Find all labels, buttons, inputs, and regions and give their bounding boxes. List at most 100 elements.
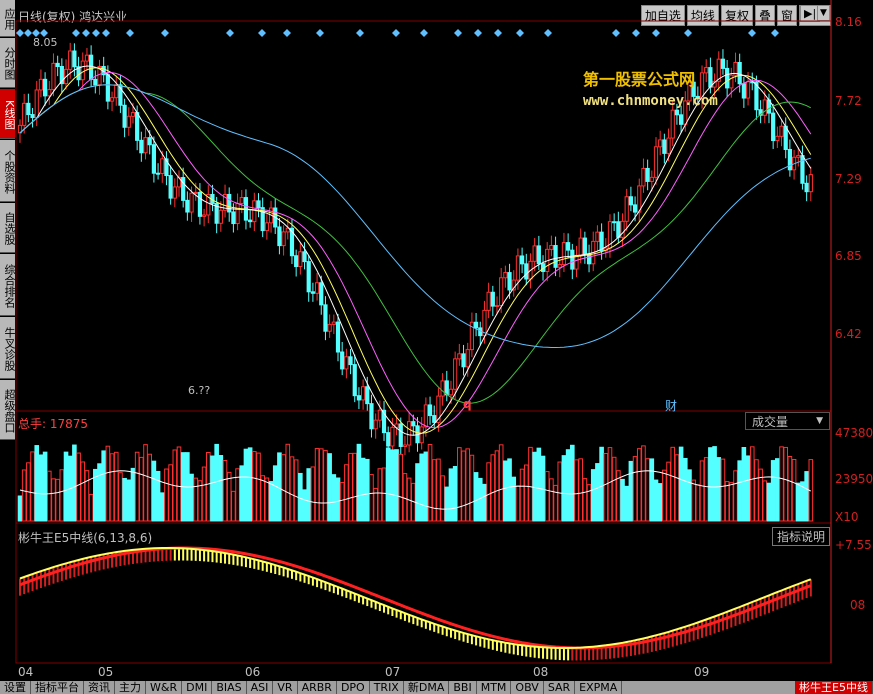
candle-body xyxy=(553,245,558,268)
candle-body xyxy=(160,158,165,174)
volume-bar xyxy=(339,481,345,522)
volume-bar xyxy=(611,456,617,522)
candle-body xyxy=(277,226,282,247)
candle-body xyxy=(645,167,650,182)
candle-body xyxy=(202,214,207,217)
indicator-tab[interactable]: 资讯 xyxy=(84,681,115,694)
price-axis-label: 6.85 xyxy=(835,249,862,263)
event-diamond-icon xyxy=(161,29,169,37)
finance-event-mark[interactable]: 财 xyxy=(665,397,677,414)
candle-body xyxy=(314,282,320,294)
candle-body xyxy=(666,137,671,154)
event-diamond-icon xyxy=(684,29,692,37)
volume-bar xyxy=(528,446,533,522)
event-diamond-icon xyxy=(258,29,266,37)
event-diamond-icon xyxy=(516,29,524,37)
candle-body xyxy=(775,135,780,142)
volume-bar xyxy=(55,478,60,522)
candle-body xyxy=(561,242,567,266)
stock-chart-canvas[interactable] xyxy=(0,0,873,694)
volume-bar xyxy=(51,478,56,522)
volume-bar xyxy=(657,483,663,522)
volume-bar xyxy=(795,482,801,522)
indicator-tab[interactable]: MTM xyxy=(477,681,512,694)
volume-bar xyxy=(151,460,157,522)
indicator-tab[interactable]: EXPMA xyxy=(575,681,623,694)
volume-bar xyxy=(754,459,759,522)
candle-body xyxy=(72,50,77,68)
indicator-tab[interactable]: SAR xyxy=(544,681,576,694)
candle-body xyxy=(808,174,813,193)
candle-body xyxy=(520,255,525,265)
candle-body xyxy=(432,415,437,423)
candle-body xyxy=(172,186,177,199)
event-diamond-icon xyxy=(316,29,324,37)
event-diamond-icon xyxy=(24,29,32,37)
candle-body xyxy=(139,139,144,154)
indicator-tab[interactable]: VR xyxy=(273,681,298,694)
volume-selector[interactable]: 成交量 ▼ xyxy=(745,412,830,430)
indicator-tab[interactable]: BIAS xyxy=(212,681,247,694)
volume-bar xyxy=(628,460,634,522)
candle-body xyxy=(340,351,345,370)
volume-bar xyxy=(557,461,563,522)
volume-bar xyxy=(762,480,768,522)
indicator-tab[interactable]: 主力 xyxy=(115,681,146,694)
indicator-tab[interactable]: OBV xyxy=(511,681,544,694)
volume-bar xyxy=(653,479,659,522)
candle-body xyxy=(248,219,253,223)
indicator-tab[interactable]: BBI xyxy=(449,681,477,694)
volume-bar xyxy=(482,483,487,522)
volume-bar xyxy=(461,450,466,522)
event-mark[interactable]: q xyxy=(463,397,472,411)
candle-body xyxy=(51,62,56,91)
indicator-tab[interactable]: ASI xyxy=(247,681,274,694)
volume-bar xyxy=(440,475,445,522)
volume-selector-label: 成交量 xyxy=(752,414,789,429)
candle-body xyxy=(704,67,709,74)
indicator-tab[interactable]: DPO xyxy=(337,681,370,694)
indicator-tab[interactable]: W&R xyxy=(146,681,183,694)
candle-body xyxy=(193,191,198,194)
candle-body xyxy=(486,291,491,311)
indicator-title: 彬牛王E5中线(6,13,8,6) xyxy=(18,531,153,545)
indicator-tab[interactable]: DMI xyxy=(182,681,213,694)
volume-bar xyxy=(189,473,194,522)
volume-bar xyxy=(632,456,638,522)
indicator-tab[interactable]: ARBR xyxy=(298,681,337,694)
indicator-tab[interactable]: TRIX xyxy=(370,681,404,694)
candle-body xyxy=(507,272,512,291)
volume-bar xyxy=(88,493,94,522)
volume-bar xyxy=(729,482,734,522)
volume-bar xyxy=(703,457,709,522)
indicator-tab[interactable]: 指标平台 xyxy=(31,681,84,694)
volume-bar xyxy=(318,448,324,522)
indicator-axis-label: +7.55 xyxy=(835,538,872,552)
candle-body xyxy=(386,432,391,447)
indicator-tab[interactable]: 彬牛王E5中线 xyxy=(795,681,873,694)
candle-body xyxy=(670,109,675,139)
volume-bar xyxy=(118,472,123,522)
event-diamond-icon xyxy=(72,29,80,37)
candle-body xyxy=(306,261,311,293)
indicator-tab[interactable]: 新DMA xyxy=(404,681,450,694)
event-diamond-icon xyxy=(632,29,640,37)
volume-bar xyxy=(515,485,521,522)
event-diamond-icon xyxy=(771,29,779,37)
volume-bar xyxy=(733,470,738,522)
candle-body xyxy=(135,112,140,141)
indicator-tab[interactable]: 设置 xyxy=(0,681,31,694)
volume-title: 总手: 17875 xyxy=(18,417,89,431)
candle-body xyxy=(390,426,395,447)
volume-bar xyxy=(164,468,169,522)
volume-bar xyxy=(687,469,692,522)
candle-body xyxy=(252,200,257,223)
volume-bar xyxy=(532,451,537,522)
candle-body xyxy=(155,172,161,175)
candle-body xyxy=(298,251,303,268)
candle-body xyxy=(335,321,341,353)
volume-bar xyxy=(76,452,81,522)
indicator-help-button[interactable]: 指标说明 xyxy=(772,527,831,546)
volume-bar xyxy=(561,455,567,522)
volume-bar xyxy=(264,477,270,522)
